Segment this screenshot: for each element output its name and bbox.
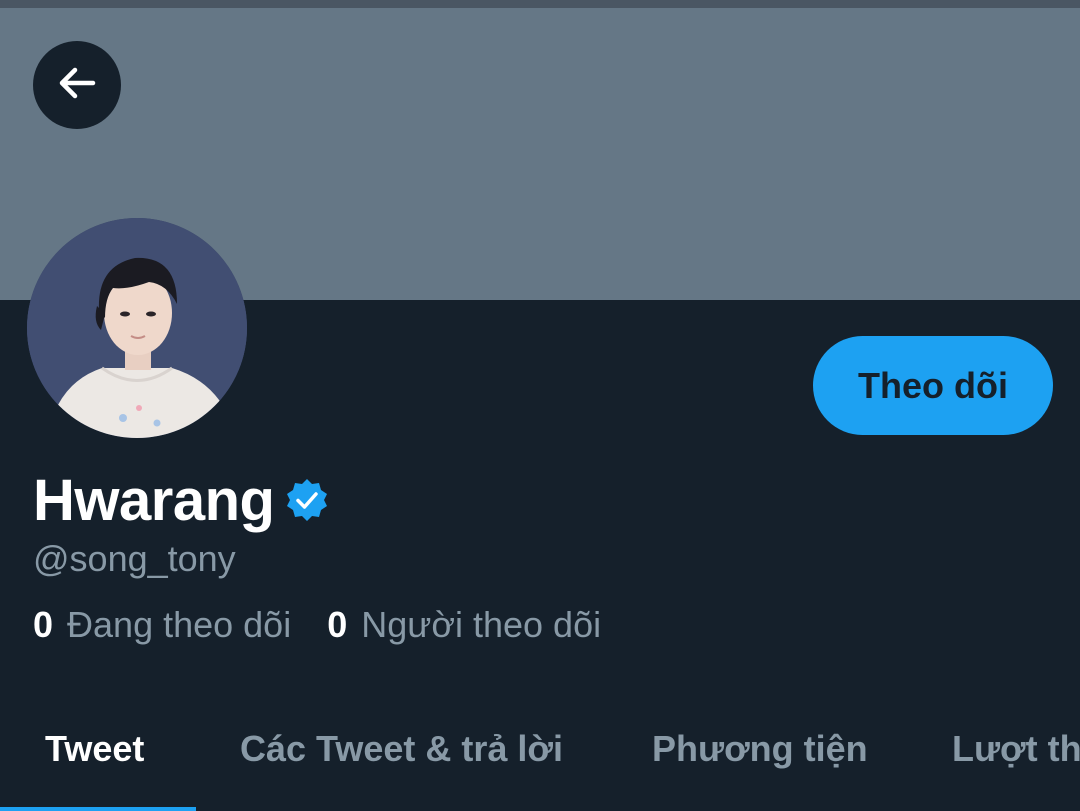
verified-badge-icon — [284, 477, 330, 523]
profile-stats: 0 Đang theo dõi 0 Người theo dõi — [33, 604, 601, 646]
tab-media[interactable]: Phương tiện — [652, 728, 868, 770]
display-name: Hwarang — [33, 467, 275, 533]
arrow-left-icon — [53, 59, 101, 112]
profile-handle: @song_tony — [33, 538, 236, 579]
back-button[interactable] — [33, 41, 121, 129]
following-label: Đang theo dõi — [67, 604, 292, 645]
profile-screen: Theo dõi Hwarang @song_tony 0 Đang theo d… — [0, 0, 1080, 811]
following-link[interactable]: 0 Đang theo dõi — [33, 604, 291, 646]
tab-likes[interactable]: Lượt thích — [952, 728, 1080, 770]
follow-button-label: Theo dõi — [858, 364, 1008, 406]
tab-tweets[interactable]: Tweet — [45, 728, 144, 770]
follow-button[interactable]: Theo dõi — [813, 336, 1053, 435]
followers-count: 0 — [327, 604, 348, 645]
profile-tabs: Tweet Các Tweet & trả lời Phương tiện Lư… — [0, 700, 1080, 811]
status-strip — [0, 0, 1080, 8]
followers-label: Người theo dõi — [361, 604, 602, 645]
tab-tweets-and-replies[interactable]: Các Tweet & trả lời — [240, 728, 563, 770]
following-count: 0 — [33, 604, 54, 645]
followers-link[interactable]: 0 Người theo dõi — [327, 604, 601, 646]
profile-name-row: Hwarang — [33, 466, 330, 534]
active-tab-indicator — [0, 807, 196, 811]
avatar[interactable] — [27, 218, 247, 438]
